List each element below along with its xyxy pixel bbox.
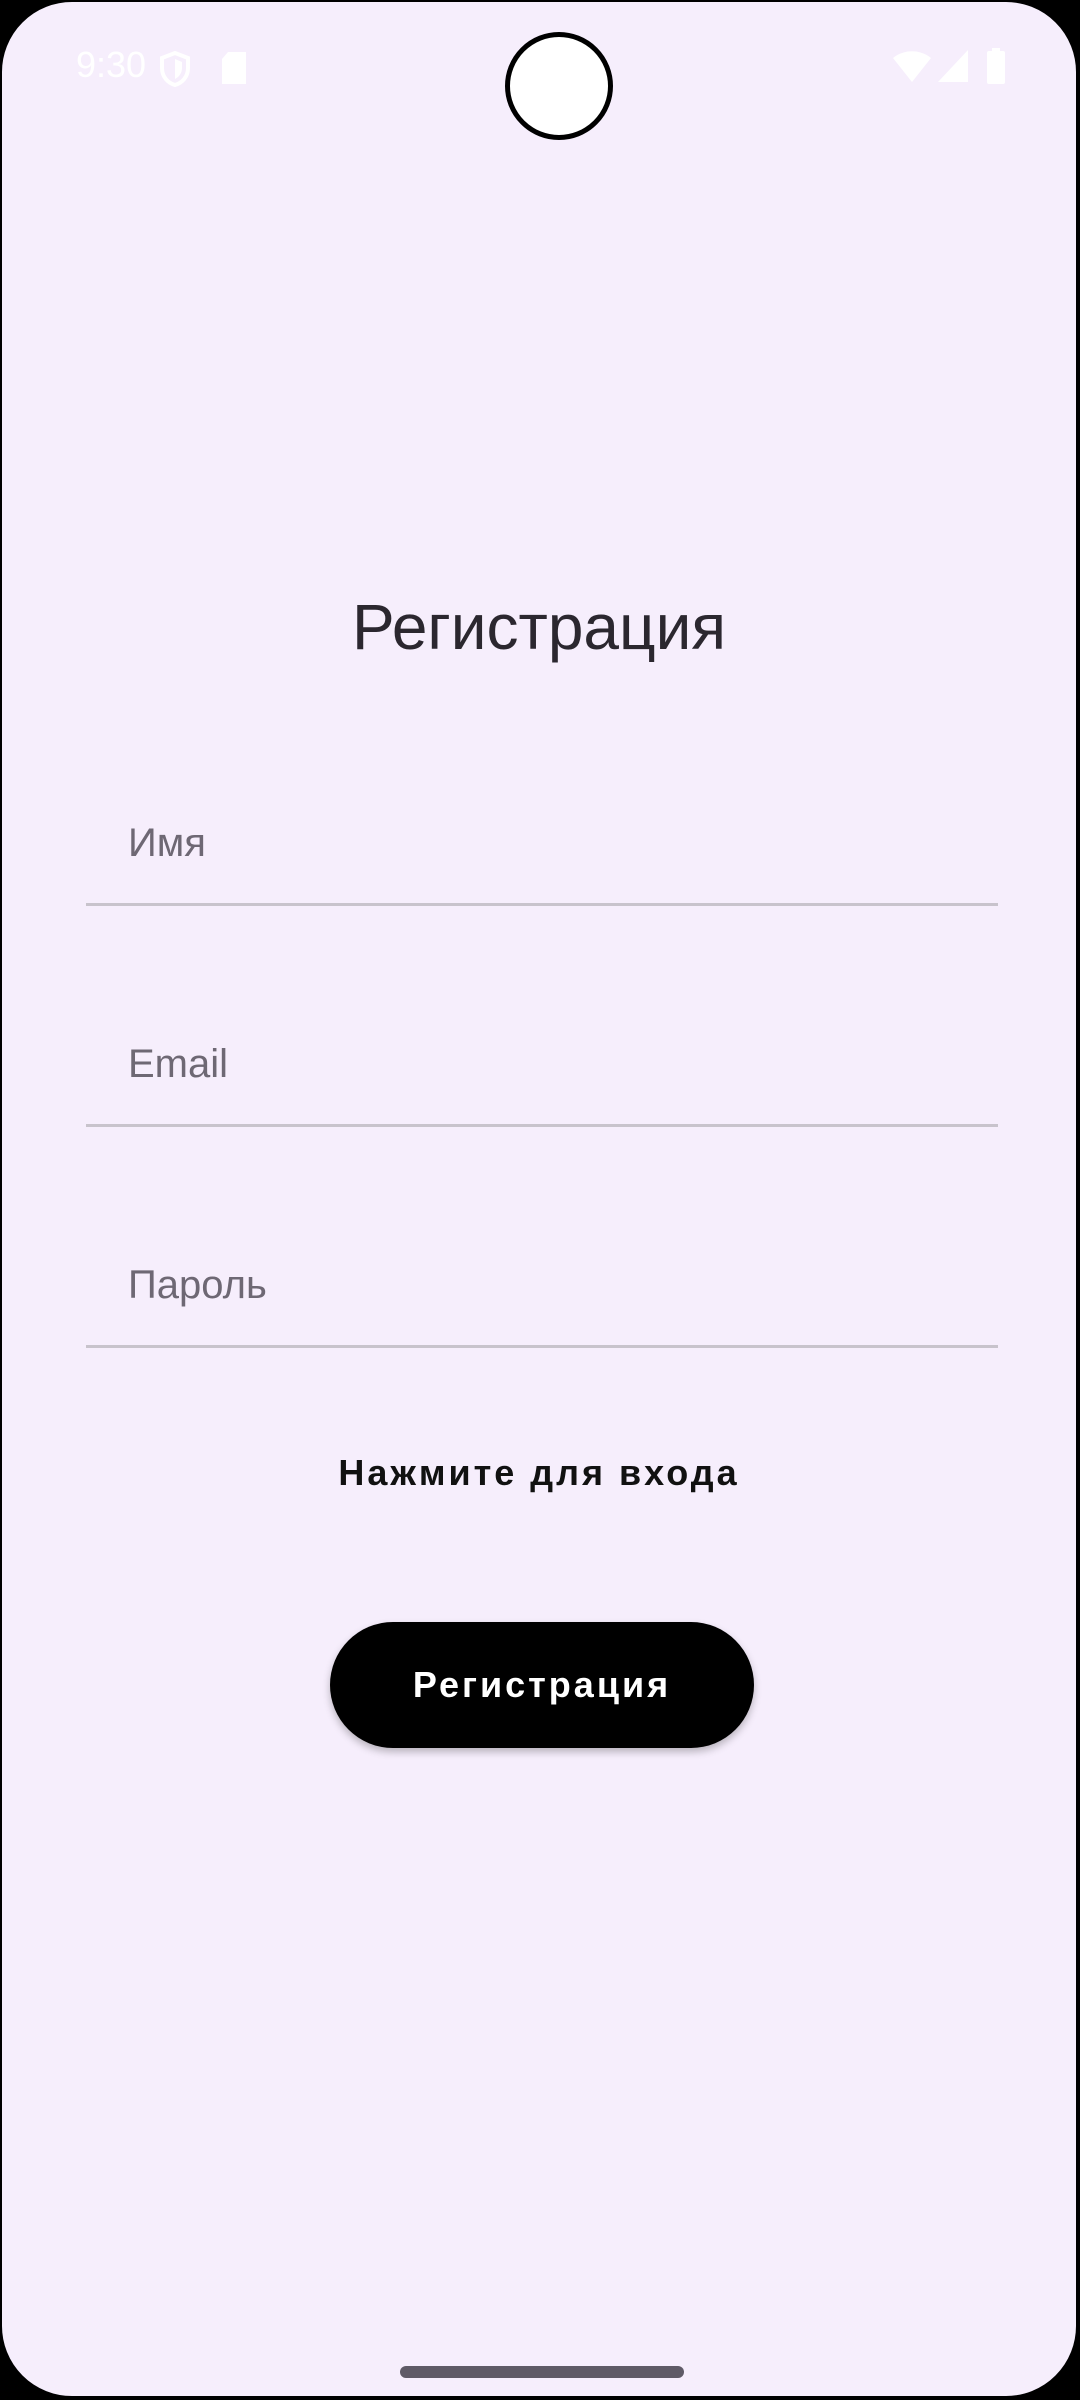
sd-card-icon	[220, 50, 248, 91]
battery-icon	[986, 48, 1006, 89]
camera-cutout	[505, 32, 613, 140]
name-field[interactable]	[86, 784, 998, 906]
signal-icon	[936, 48, 970, 89]
email-field[interactable]	[86, 1005, 998, 1127]
password-input[interactable]	[86, 1226, 998, 1345]
login-link[interactable]: Нажмите для входа	[2, 1452, 1076, 1494]
shield-icon	[158, 50, 192, 93]
register-button[interactable]: Регистрация	[330, 1622, 754, 1748]
password-field[interactable]	[86, 1226, 998, 1348]
status-time: 9:30	[76, 44, 147, 85]
phone-screen: 9:30 Регистрация Имя Email Нажмите для в…	[0, 0, 1078, 2398]
name-input[interactable]	[86, 784, 998, 903]
wifi-icon	[892, 48, 932, 89]
email-input[interactable]	[86, 1005, 998, 1124]
page-title: Регистрация	[351, 591, 727, 663]
navigation-handle[interactable]	[400, 2366, 684, 2378]
